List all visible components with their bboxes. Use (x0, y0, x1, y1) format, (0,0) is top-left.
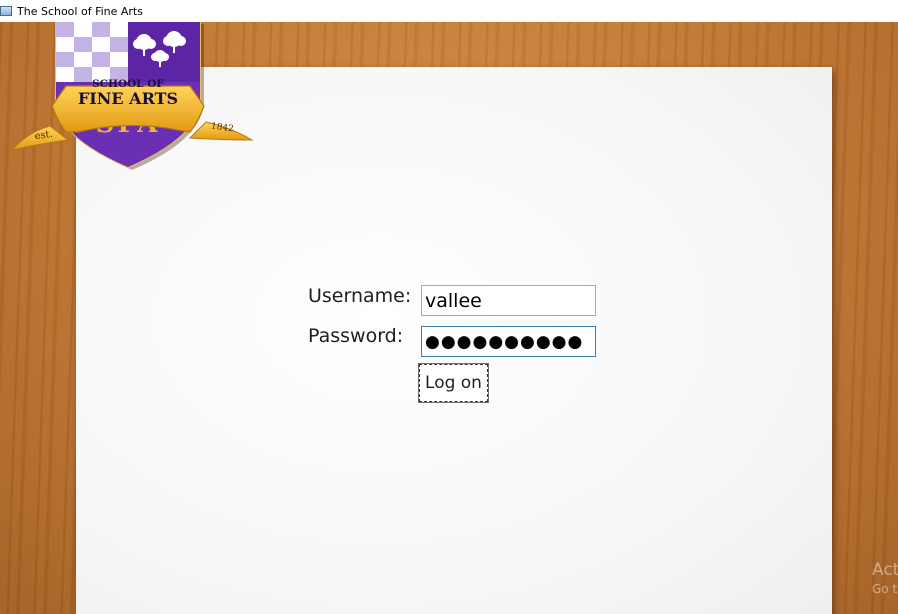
log-on-button[interactable]: Log on (418, 363, 489, 403)
watermark-line2: Go t (872, 582, 898, 596)
password-label: Password: (308, 325, 404, 347)
watermark-line1: Act (872, 560, 898, 580)
username-label: Username: (308, 285, 412, 307)
title-bar[interactable]: The School of Fine Arts (0, 0, 898, 22)
window-title: The School of Fine Arts (17, 4, 143, 18)
logo-text-line2: FINE ARTS (78, 89, 178, 108)
app-window-icon (0, 6, 12, 16)
password-input[interactable]: ●●●●●●●●●● (421, 326, 596, 357)
school-crest-logo: SFA SCHOOL OF FINE ARTS est. 1842 (10, 22, 254, 170)
username-input[interactable]: vallee (421, 285, 596, 316)
activation-watermark: Act Go t (872, 560, 898, 596)
app-window: The School of Fine Arts SCHOOL OF FINE A… (0, 0, 898, 614)
